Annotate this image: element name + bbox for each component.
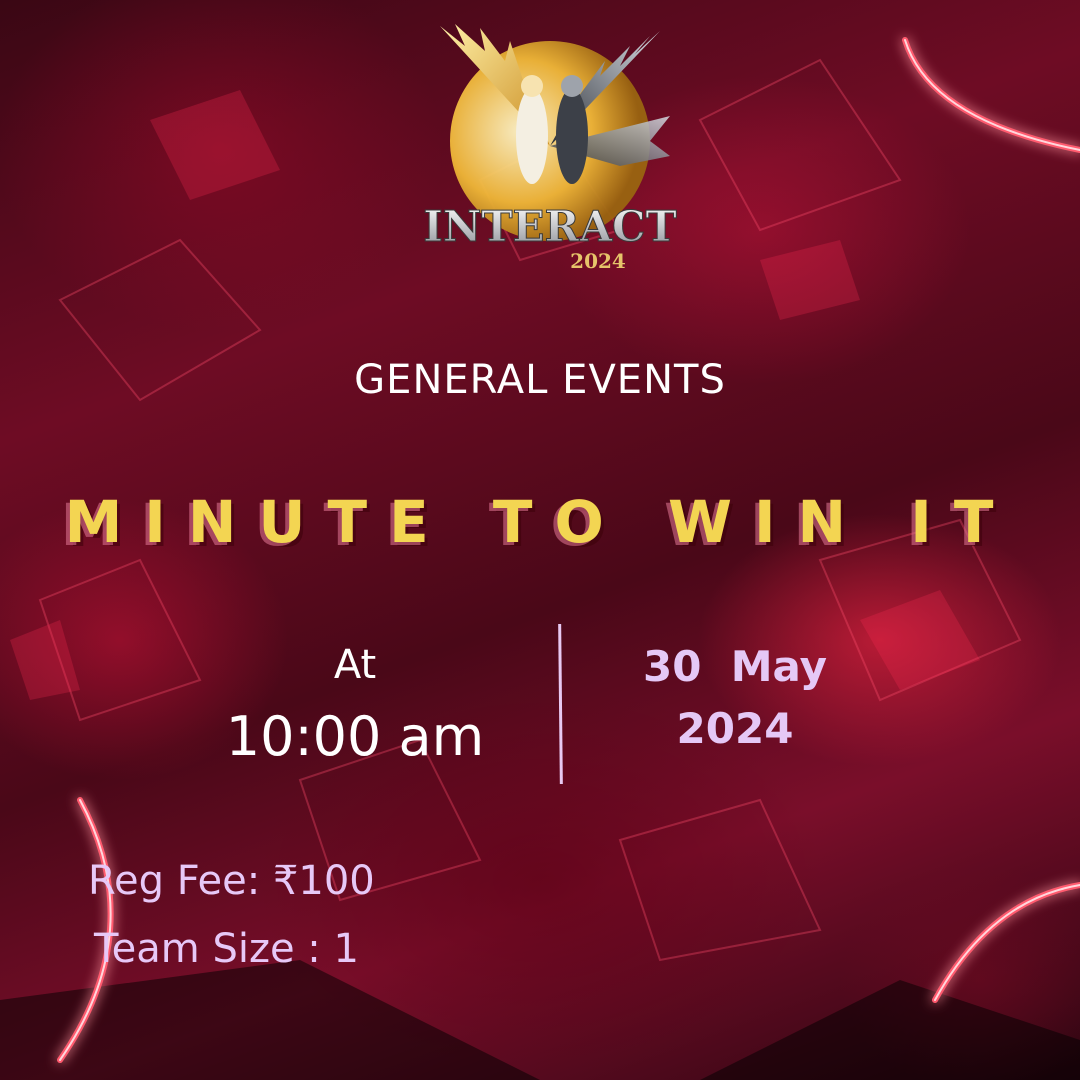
event-date-year: 2024: [676, 704, 794, 753]
svg-text:INTERACT: INTERACT: [423, 202, 676, 251]
angel-and-dark-angel-emblem-icon: INTERACT 2024: [423, 24, 677, 273]
event-title: MINUTE TO WIN IT: [64, 488, 1016, 556]
at-label: At: [333, 642, 377, 688]
registration-fee: Reg Fee: ₹100: [88, 858, 375, 904]
event-poster: INTERACT 2024 GENERAL EVENTS MINUTE TO W…: [0, 0, 1080, 1080]
event-date-day-month: 30 May: [643, 642, 827, 691]
team-size: Team Size : 1: [94, 926, 359, 972]
event-time: 10:00 am: [225, 705, 485, 768]
event-category: GENERAL EVENTS: [354, 357, 726, 403]
svg-text:2024: 2024: [570, 249, 626, 273]
